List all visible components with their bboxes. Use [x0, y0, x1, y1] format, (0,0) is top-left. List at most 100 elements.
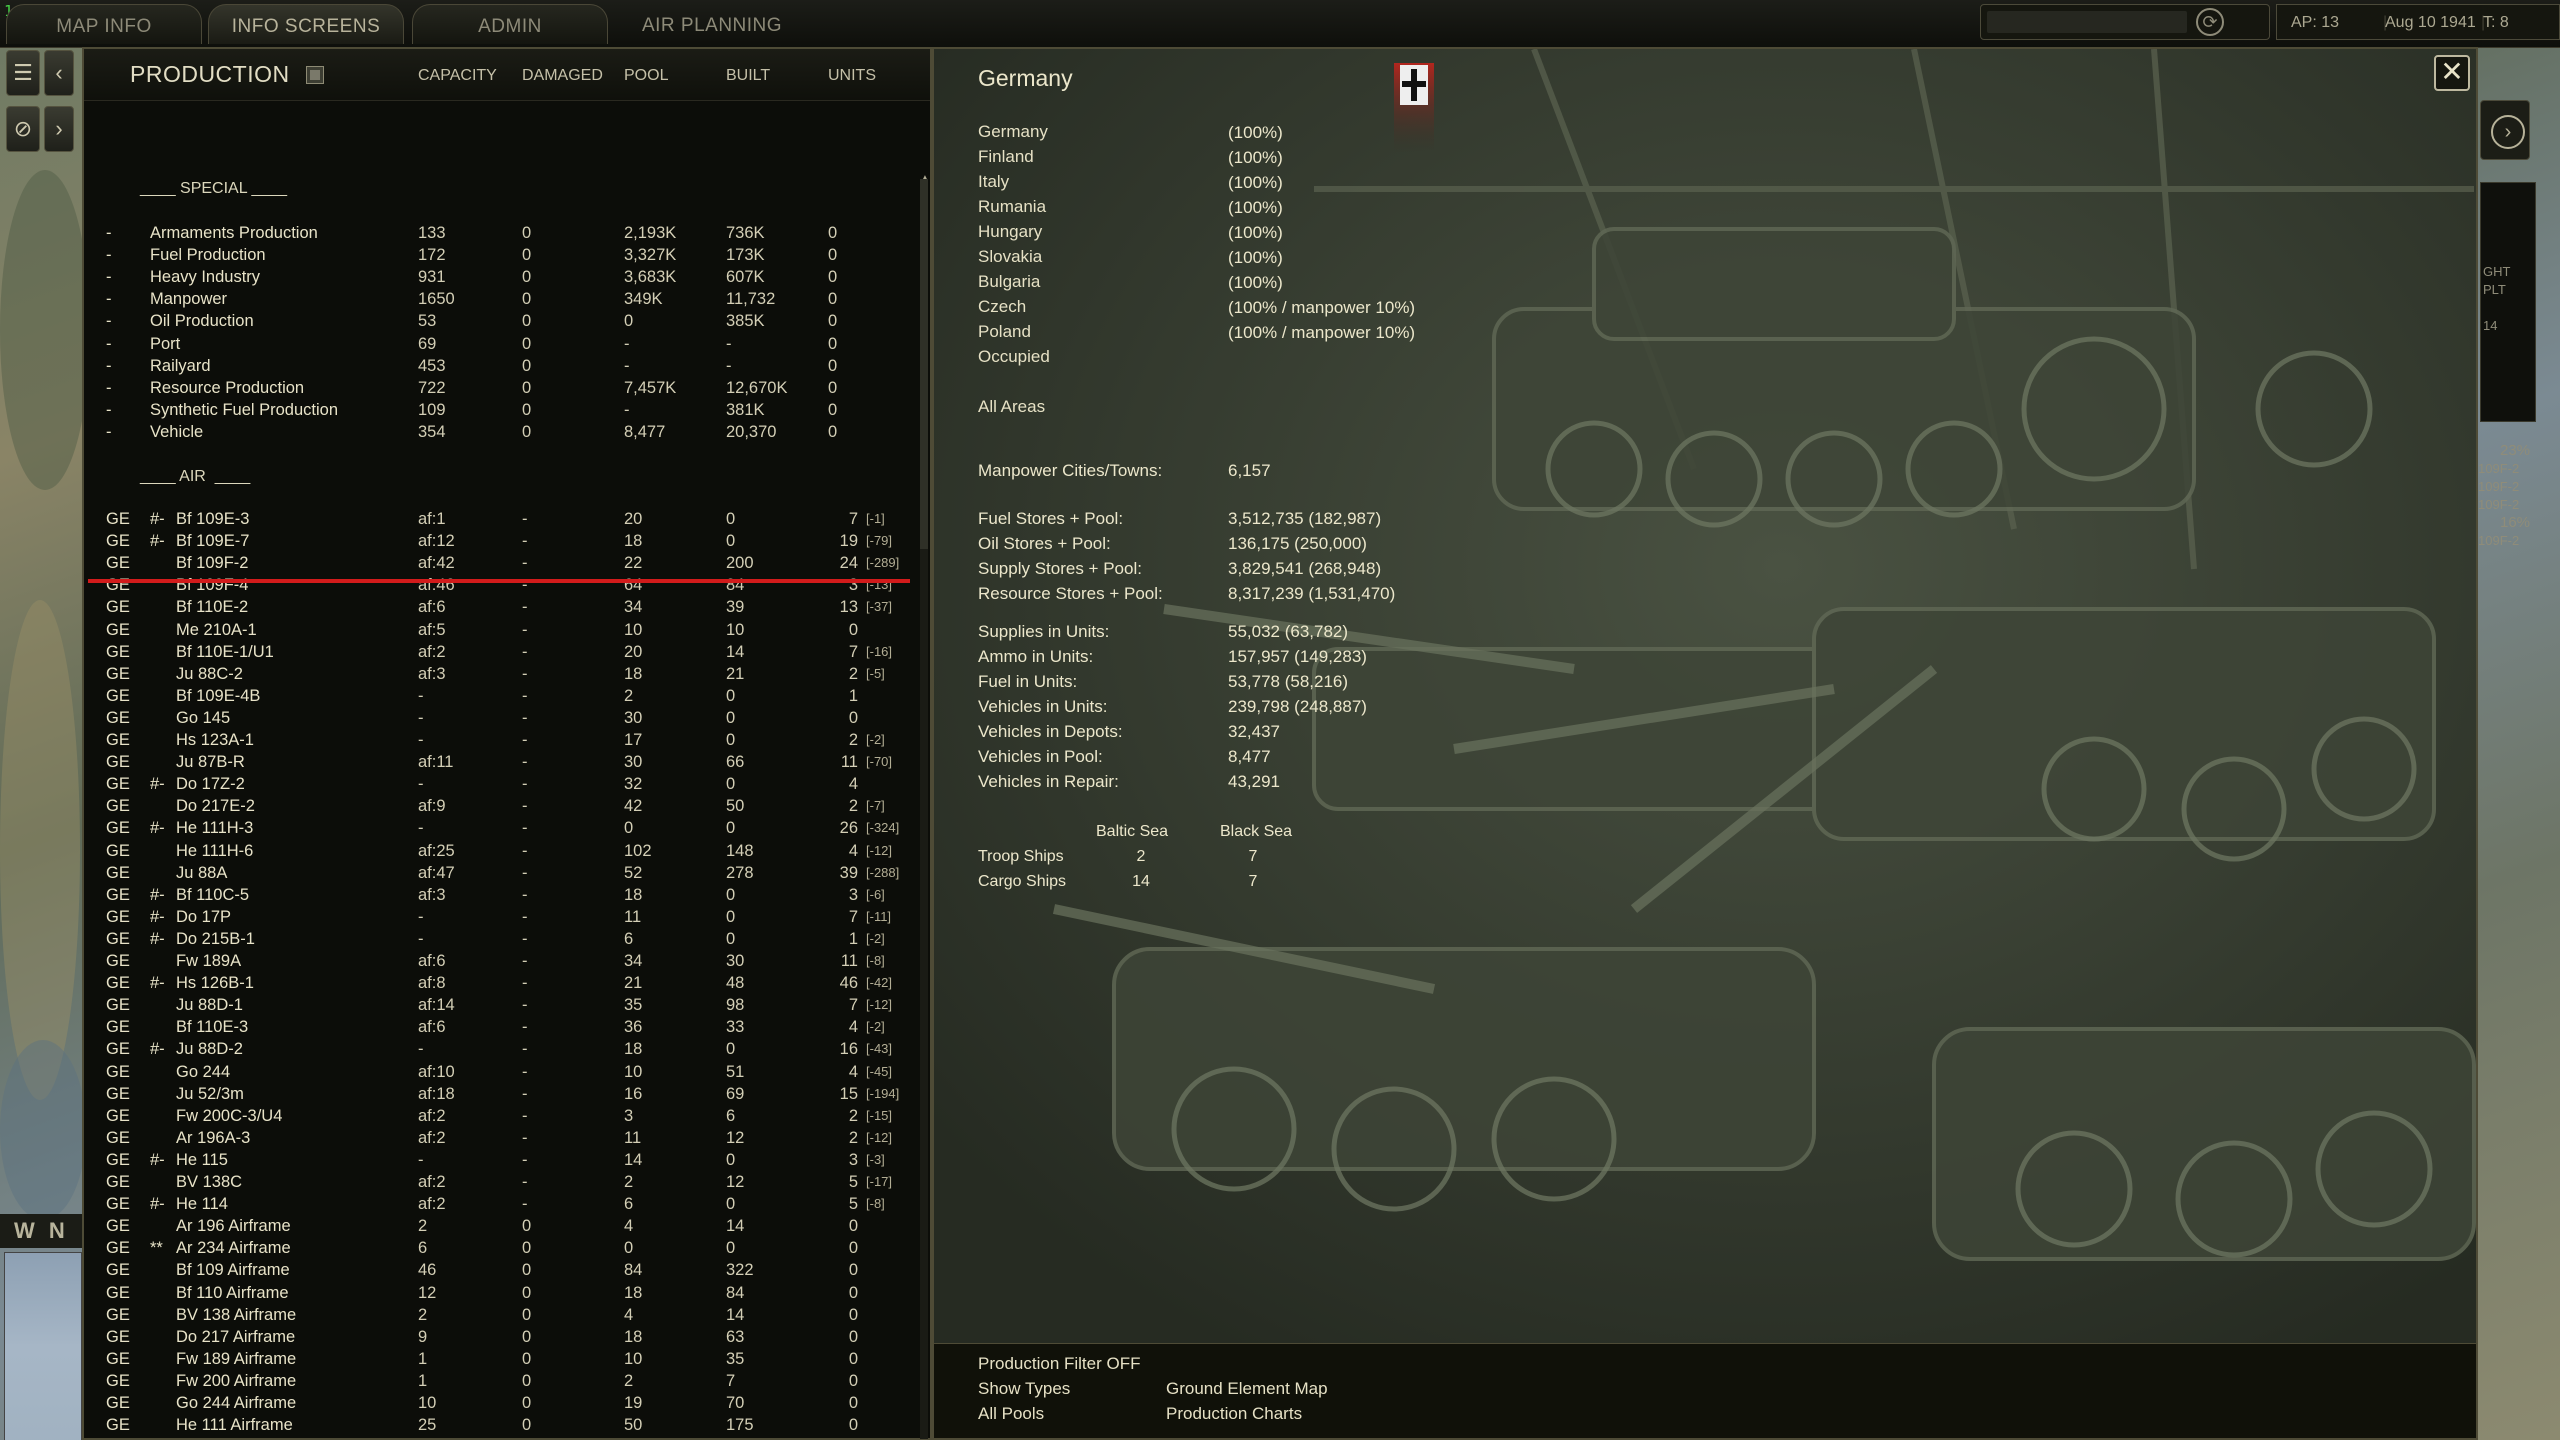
- air-production-row[interactable]: GE Bf 109 Airframe 46 0 84 322 0: [84, 1259, 930, 1281]
- production-row[interactable]: - Port 69 0 - - 0: [84, 333, 930, 355]
- air-production-row[interactable]: GE Ju 87B-R af:11 - 30 66 11 [-70]: [84, 751, 930, 773]
- air-production-row[interactable]: GE Ju 52/3m af:18 - 16 69 15 [-194]: [84, 1083, 930, 1105]
- no-entry-icon[interactable]: ⊘: [6, 106, 40, 152]
- air-production-row[interactable]: GE #- Bf 109E-7 af:12 - 18 0 19 [-79]: [84, 530, 930, 552]
- air-production-row[interactable]: GE Ju 88D-1 af:14 - 35 98 7 [-12]: [84, 994, 930, 1016]
- air-production-row[interactable]: GE Hs 123A-1 - - 17 0 2 [-2]: [84, 729, 930, 751]
- tab-info-screens[interactable]: INFO SCREENS: [208, 4, 404, 44]
- air-production-row[interactable]: GE Fw 200C-3/U4 af:2 - 3 6 2 [-15]: [84, 1105, 930, 1127]
- map-search-box[interactable]: [1980, 4, 2270, 40]
- scrollbar-thumb[interactable]: [920, 179, 928, 549]
- nation-link[interactable]: Bulgaria: [978, 272, 1040, 292]
- all-areas-link[interactable]: All Areas: [978, 397, 1045, 417]
- air-production-row[interactable]: GE #- Hs 126B-1 af:8 - 21 48 46 [-42]: [84, 972, 930, 994]
- production-row[interactable]: - Vehicle 354 0 8,477 20,370 0: [84, 421, 930, 443]
- air-production-row[interactable]: GE ** Ar 234 Airframe 6 0 0 0 0: [84, 1237, 930, 1259]
- production-charts-link[interactable]: Production Charts: [1166, 1404, 1302, 1424]
- air-production-row[interactable]: GE ** He 162 Airframe 6 0 0 0 0: [84, 1436, 930, 1440]
- column-capacity[interactable]: CAPACITY: [418, 67, 497, 85]
- air-production-row[interactable]: GE Ar 196A-3 af:2 - 11 12 2 [-12]: [84, 1127, 930, 1149]
- air-production-row[interactable]: GE Do 217 Airframe 9 0 18 63 0: [84, 1326, 930, 1348]
- close-button[interactable]: ✕: [2434, 55, 2470, 91]
- air-production-row[interactable]: GE Bf 110E-2 af:6 - 34 39 13 [-37]: [84, 596, 930, 618]
- column-units[interactable]: UNITS: [828, 67, 876, 85]
- air-production-row[interactable]: GE Go 145 - - 30 0 0: [84, 707, 930, 729]
- capacity-value: 1650: [418, 290, 455, 309]
- refresh-icon[interactable]: ⟳: [2196, 8, 2224, 36]
- column-damaged[interactable]: DAMAGED: [522, 67, 603, 85]
- air-production-row[interactable]: GE #- Do 215B-1 - - 6 0 1 [-2]: [84, 928, 930, 950]
- air-production-row[interactable]: GE #- Ju 88D-2 - - 18 0 16 [-43]: [84, 1038, 930, 1060]
- capacity-value: 6: [418, 1436, 427, 1440]
- tab-admin[interactable]: ADMIN: [412, 4, 608, 44]
- production-list[interactable]: ____ SPECIAL ____ - Armaments Production 1…: [84, 102, 930, 1440]
- air-production-row[interactable]: GE #- Bf 109E-3 af:1 - 20 0 7 [-1]: [84, 508, 930, 530]
- nation-link[interactable]: Occupied: [978, 347, 1050, 367]
- production-filter-toggle[interactable]: Production Filter OFF: [978, 1354, 1141, 1374]
- all-pools-link[interactable]: All Pools: [978, 1404, 1044, 1424]
- production-row[interactable]: - Fuel Production 172 0 3,327K 173K 0: [84, 244, 930, 266]
- air-production-row[interactable]: GE #- Do 17P - - 11 0 7 [-11]: [84, 906, 930, 928]
- air-production-row[interactable]: GE He 111 Airframe 25 0 50 175 0: [84, 1414, 930, 1436]
- production-row[interactable]: - Oil Production 53 0 0 385K 0: [84, 310, 930, 332]
- nation-link[interactable]: Slovakia: [978, 247, 1042, 267]
- air-production-row[interactable]: GE Do 217E-2 af:9 - 42 50 2 [-7]: [84, 795, 930, 817]
- filter-icon[interactable]: [306, 66, 324, 84]
- nation-link[interactable]: Italy: [978, 172, 1009, 192]
- air-production-row[interactable]: GE Ar 196 Airframe 2 0 4 14 0: [84, 1215, 930, 1237]
- nation-link[interactable]: Finland: [978, 147, 1034, 167]
- air-production-row[interactable]: GE Bf 110 Airframe 12 0 18 84 0: [84, 1282, 930, 1304]
- tab-air-planning[interactable]: AIR PLANNING: [614, 4, 810, 44]
- air-production-row[interactable]: GE #- Bf 110C-5 af:3 - 18 0 3 [-6]: [84, 884, 930, 906]
- next-unit-button[interactable]: ›: [2480, 100, 2530, 160]
- air-production-row[interactable]: GE Bf 110E-3 af:6 - 36 33 4 [-2]: [84, 1016, 930, 1038]
- ships-col-baltic: Baltic Sea: [1096, 823, 1169, 840]
- air-production-row[interactable]: GE Me 210A-1 af:5 - 10 10 0: [84, 619, 930, 641]
- production-row[interactable]: - Armaments Production 133 0 2,193K 736K 0: [84, 222, 930, 244]
- units-value: 0: [828, 378, 838, 397]
- production-row[interactable]: - Resource Production 722 0 7,457K 12,670K 0: [84, 377, 930, 399]
- tab-map-info[interactable]: MAP INFO: [6, 4, 202, 44]
- air-production-row[interactable]: GE Ju 88A af:47 - 52 278 39 [-288]: [84, 862, 930, 884]
- air-production-row[interactable]: GE Bf 110E-1/U1 af:2 - 20 14 7 [-16]: [84, 641, 930, 663]
- production-row[interactable]: - Railyard 453 0 - - 0: [84, 355, 930, 377]
- search-field[interactable]: [1987, 11, 2187, 33]
- air-production-row[interactable]: GE Ju 88C-2 af:3 - 18 21 2 [-5]: [84, 663, 930, 685]
- air-production-row[interactable]: GE BV 138 Airframe 2 0 4 14 0: [84, 1304, 930, 1326]
- air-production-row[interactable]: GE #- He 115 - - 14 0 3 [-3]: [84, 1149, 930, 1171]
- nation-link[interactable]: Hungary: [978, 222, 1042, 242]
- production-row[interactable]: - Heavy Industry 931 0 3,683K 607K 0: [84, 266, 930, 288]
- air-production-row[interactable]: GE Fw 189 Airframe 1 0 10 35 0: [84, 1348, 930, 1370]
- air-production-row[interactable]: GE BV 138C af:2 - 2 12 5 [-17]: [84, 1171, 930, 1193]
- arrow-icon[interactable]: ›: [44, 106, 74, 152]
- loss-delta: [-3]: [866, 1151, 885, 1167]
- nation-link[interactable]: Germany: [978, 122, 1048, 142]
- nation-code: GE: [106, 1394, 130, 1412]
- pool-value: 10: [624, 1062, 643, 1081]
- air-production-row[interactable]: GE He 111H-6 af:25 - 102 148 4 [-12]: [84, 840, 930, 862]
- air-production-row[interactable]: GE Go 244 Airframe 10 0 19 70 0: [84, 1392, 930, 1414]
- mini-map[interactable]: [4, 1252, 82, 1440]
- column-pool[interactable]: POOL: [624, 67, 668, 85]
- air-production-row[interactable]: GE Bf 109F-2 af:42 - 22 200 24 [-289]: [84, 552, 930, 574]
- production-row[interactable]: - Synthetic Fuel Production 109 0 - 381K 0: [84, 399, 930, 421]
- air-production-row[interactable]: GE Go 244 af:10 - 10 51 4 [-45]: [84, 1061, 930, 1083]
- nation-link[interactable]: Czech: [978, 297, 1026, 317]
- air-production-row[interactable]: GE Fw 189A af:6 - 34 30 11 [-8]: [84, 950, 930, 972]
- air-production-row[interactable]: GE Bf 109E-4B - - 2 0 1: [84, 685, 930, 707]
- nation-link[interactable]: Rumania: [978, 197, 1046, 217]
- nation-link[interactable]: Poland: [978, 322, 1031, 342]
- capacity-value: af:6: [418, 1018, 446, 1037]
- ground-element-map-link[interactable]: Ground Element Map: [1166, 1379, 1328, 1399]
- column-built[interactable]: BUILT: [726, 67, 770, 85]
- show-types-link[interactable]: Show Types: [978, 1379, 1070, 1399]
- production-row[interactable]: - Manpower 1650 0 349K 11,732 0: [84, 288, 930, 310]
- arrow-icon[interactable]: ‹: [44, 50, 74, 96]
- production-scrollbar[interactable]: [920, 179, 928, 1439]
- air-production-row[interactable]: GE #- He 114 af:2 - 6 0 5 [-8]: [84, 1193, 930, 1215]
- list-menu-icon[interactable]: ☰: [6, 50, 40, 96]
- air-production-row[interactable]: GE #- Do 17Z-2 - - 32 0 4: [84, 773, 930, 795]
- air-production-row[interactable]: GE #- He 111H-3 - - 0 0 26 [-324]: [84, 817, 930, 839]
- air-production-row[interactable]: GE Bf 109F-4 af:46 - 64 84 3 [-13]: [84, 574, 930, 596]
- air-production-row[interactable]: GE Fw 200 Airframe 1 0 2 7 0: [84, 1370, 930, 1392]
